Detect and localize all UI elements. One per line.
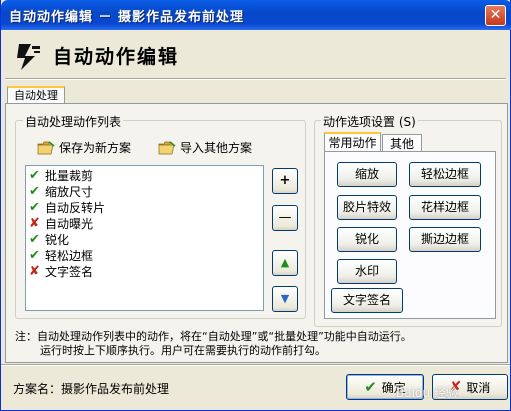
dialog-window: 自动动作编辑 － 摄影作品发布前处理 ✕ 自动动作编辑 自动处理 自动处理动作列… <box>0 0 511 411</box>
list-item[interactable]: ✘ 文字签名 <box>28 263 93 279</box>
scheme-name: 方案名：摄影作品发布前处理 <box>13 382 170 396</box>
action-listbox[interactable]: ✔ 批量裁剪 ✔ 缩放尺寸 ✔ 自动反转片 ✘ 自动曝光 ✔ 锐化 ✔ 轻松边框… <box>25 165 264 311</box>
import-scheme-label: 导入其他方案 <box>180 141 253 155</box>
list-item[interactable]: ✔ 锐化 <box>28 231 69 247</box>
list-item[interactable]: ✘ 自动曝光 <box>28 215 93 231</box>
move-down-button[interactable]: ▼ <box>272 286 298 312</box>
list-item-label: 自动反转片 <box>45 200 106 215</box>
easy-border-button[interactable]: 轻松边框 <box>409 162 481 187</box>
action-options-group-label: 动作选项设置 (S) <box>321 113 418 130</box>
checkmark-icon: ✔ <box>364 378 377 396</box>
action-edit-icon <box>17 44 40 70</box>
footer-divider <box>1 364 510 366</box>
save-new-scheme-label: 保存为新方案 <box>59 141 132 155</box>
flower-border-button[interactable]: 花样边框 <box>409 195 481 220</box>
cross-icon[interactable]: ✘ <box>28 265 41 278</box>
list-item[interactable]: ✔ 轻松边框 <box>28 247 93 263</box>
cross-icon[interactable]: ✘ <box>28 217 41 230</box>
list-item-label: 文字签名 <box>45 264 94 279</box>
watermark-text: Baidu 经验 <box>396 386 458 400</box>
list-item-label: 缩放尺寸 <box>45 184 94 199</box>
tab-other[interactable]: 其他 <box>382 134 422 152</box>
list-item-label: 锐化 <box>45 232 70 247</box>
list-item-label: 批量裁剪 <box>45 168 94 183</box>
list-item-label: 自动曝光 <box>45 216 94 231</box>
help-note-line1: 注：自动处理动作列表中的动作，将在“自动处理”或“批量处理”功能中自动运行。 <box>15 330 412 343</box>
list-item-label: 轻松边框 <box>45 248 94 263</box>
save-new-scheme-button[interactable]: 保存为新方案 <box>37 139 131 156</box>
dialog-header: 自动动作编辑 <box>1 30 510 84</box>
film-effect-button[interactable]: 胶片特效 <box>337 195 397 220</box>
help-note-line2: 运行时按上下顺序执行。用户可在需要执行的动作前打勾。 <box>40 344 326 357</box>
close-button[interactable]: ✕ <box>485 5 506 26</box>
checkmark-icon[interactable]: ✔ <box>28 233 41 246</box>
checkmark-icon[interactable]: ✔ <box>28 249 41 262</box>
move-up-button[interactable]: ▲ <box>272 250 298 276</box>
tear-border-button[interactable]: 撕边边框 <box>409 227 481 252</box>
remove-action-button[interactable]: — <box>272 205 298 231</box>
import-scheme-button[interactable]: 导入其他方案 <box>158 139 252 156</box>
checkmark-icon[interactable]: ✔ <box>28 169 41 182</box>
list-item[interactable]: ✔ 批量裁剪 <box>28 167 93 183</box>
window-title: 自动动作编辑 － 摄影作品发布前处理 <box>9 10 245 25</box>
text-sign-button[interactable]: 文字签名 <box>331 288 403 313</box>
tab-common-actions[interactable]: 常用动作 <box>324 132 381 152</box>
cancel-label: 取消 <box>466 380 491 395</box>
list-item[interactable]: ✔ 缩放尺寸 <box>28 183 93 199</box>
open-folder-icon <box>158 140 176 154</box>
watermark-button[interactable]: 水印 <box>337 259 397 284</box>
open-folder-icon <box>37 140 55 154</box>
checkmark-icon[interactable]: ✔ <box>28 201 41 214</box>
header-title: 自动动作编辑 <box>53 46 180 68</box>
checkmark-icon[interactable]: ✔ <box>28 185 41 198</box>
sharpen-button[interactable]: 锐化 <box>337 227 397 252</box>
header-divider <box>5 78 506 80</box>
title-bar[interactable]: 自动动作编辑 － 摄影作品发布前处理 ✕ <box>1 0 511 30</box>
zoom-button[interactable]: 缩放 <box>337 162 397 187</box>
help-note: 注：自动处理动作列表中的动作，将在“自动处理”或“批量处理”功能中自动运行。 运… <box>15 330 412 358</box>
tab-auto-process[interactable]: 自动处理 <box>7 86 65 104</box>
action-list-group-label: 自动处理动作列表 <box>23 113 124 130</box>
add-action-button[interactable]: + <box>272 168 298 194</box>
list-item[interactable]: ✔ 自动反转片 <box>28 199 105 215</box>
